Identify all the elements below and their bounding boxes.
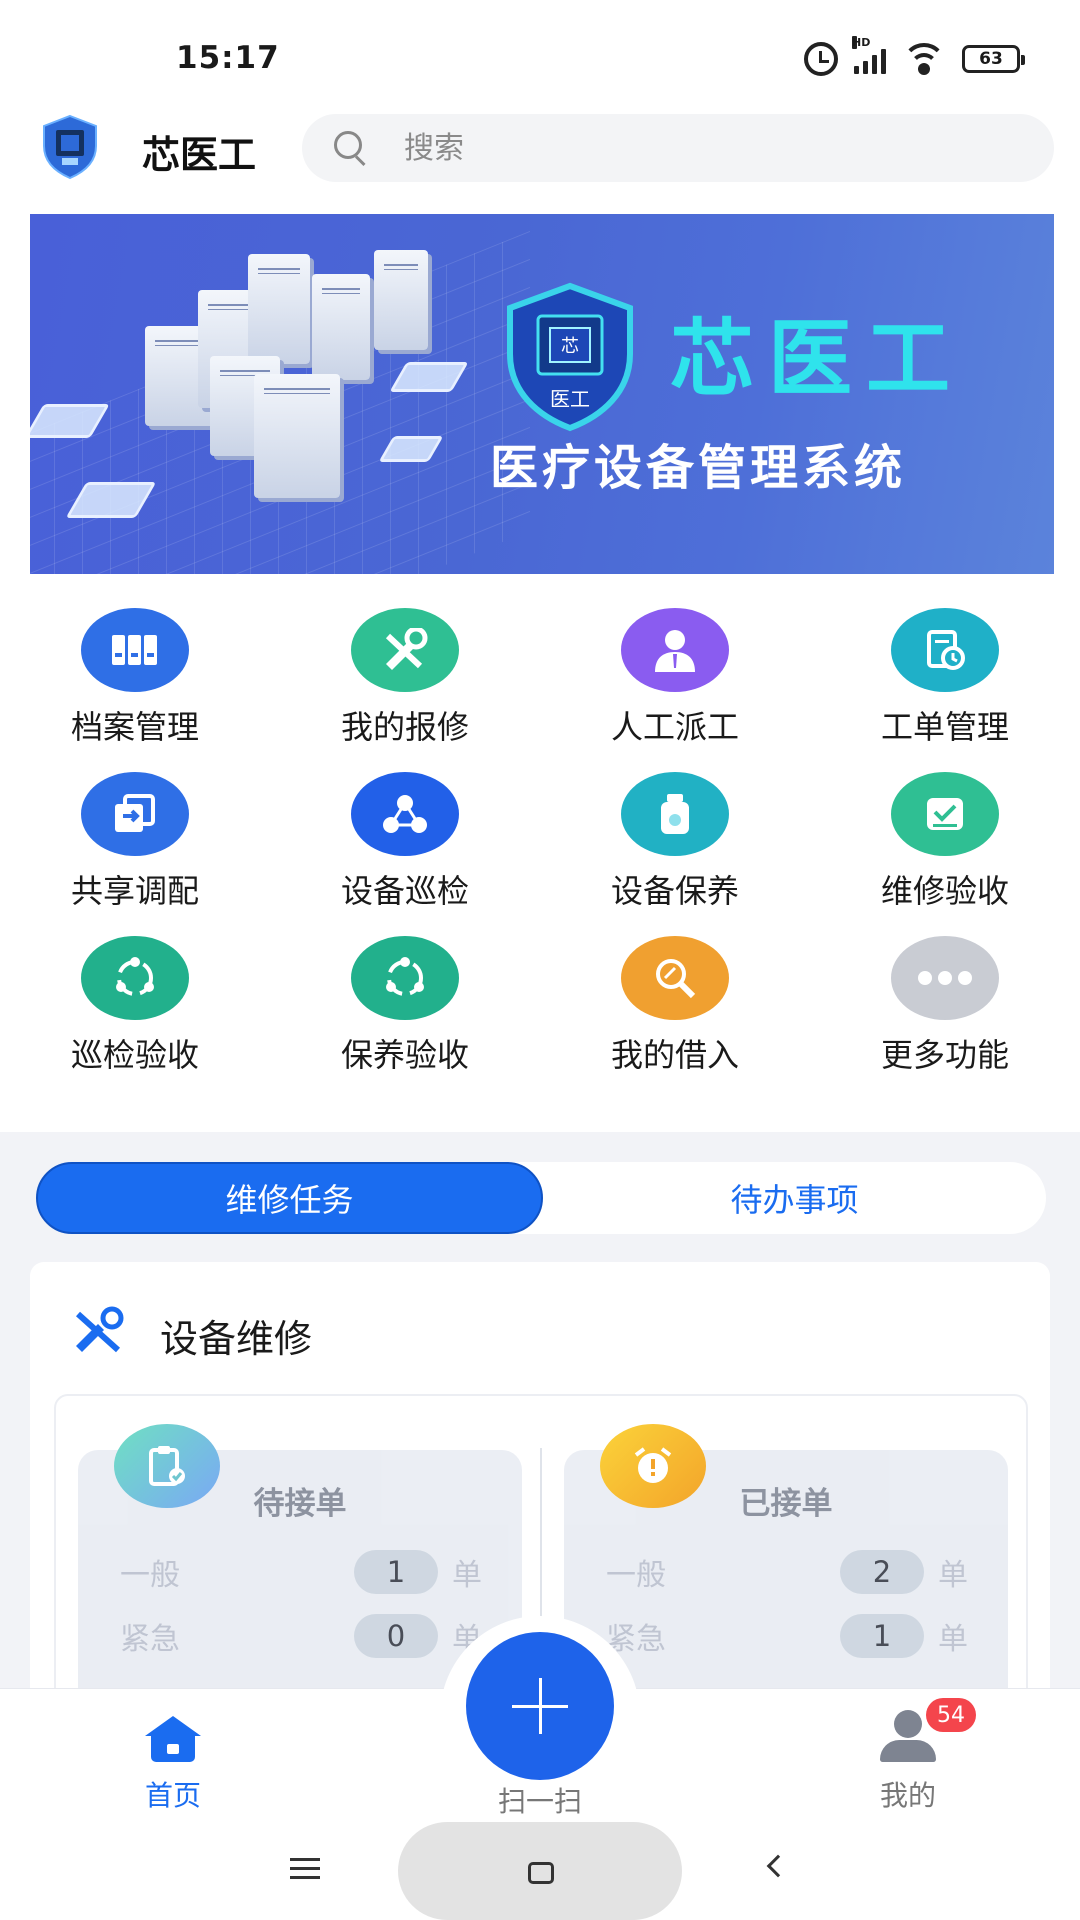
status-time: 15:17	[176, 40, 280, 76]
banner-shield-text: 医工	[550, 387, 590, 411]
feature-manual-dispatch[interactable]: 人工派工	[540, 608, 810, 772]
cycle-icon	[351, 936, 459, 1020]
server-decoration	[312, 274, 370, 380]
more-icon	[891, 936, 999, 1020]
work-order-icon	[891, 608, 999, 692]
tab-todo[interactable]: 待办事项	[543, 1162, 1046, 1234]
share-icon	[81, 772, 189, 856]
banner-shield-char: 芯	[561, 336, 579, 357]
row-count: 2	[840, 1550, 924, 1594]
search-icon	[332, 129, 370, 167]
row-count: 0	[354, 1614, 438, 1658]
row-unit: 单	[938, 1622, 968, 1657]
row-label: 一般	[120, 1558, 180, 1593]
magnifier-icon	[621, 936, 729, 1020]
feature-inspection-acceptance[interactable]: 巡检验收	[0, 936, 270, 1100]
feature-label: 设备巡检	[340, 872, 469, 910]
alarm-clock-icon	[600, 1424, 706, 1508]
app-header: 芯医工	[0, 110, 1080, 190]
row-unit: 单	[452, 1558, 482, 1593]
network-type: HD	[852, 36, 871, 49]
feature-shared-allocation[interactable]: 共享调配	[0, 772, 270, 936]
feature-equipment-maintenance[interactable]: 设备保养	[540, 772, 810, 936]
status-bar: 15:17 HD 63	[0, 0, 1080, 110]
battery-icon: 63	[962, 45, 1025, 73]
banner-shield-icon: 芯 医工	[507, 282, 633, 432]
app-logo-icon	[43, 114, 97, 180]
search-bar[interactable]	[302, 114, 1054, 182]
check-icon	[891, 772, 999, 856]
feature-label: 人工派工	[610, 708, 739, 746]
pending-row-urgent: 紧急 0 单	[120, 1614, 482, 1658]
promo-banner[interactable]: 芯 医工 芯医工 医疗设备管理系统	[30, 214, 1054, 574]
feature-label: 设备保养	[610, 872, 739, 910]
nav-home-label: 首页	[144, 1779, 201, 1812]
tab-repair-tasks[interactable]: 维修任务	[36, 1162, 543, 1234]
row-count: 1	[354, 1550, 438, 1594]
feature-my-repair[interactable]: 我的报修	[270, 608, 540, 772]
feature-my-borrowing[interactable]: 我的借入	[540, 936, 810, 1100]
feature-repair-acceptance[interactable]: 维修验收	[810, 772, 1080, 936]
accepted-row-urgent: 紧急 1 单	[606, 1614, 968, 1658]
server-decoration	[374, 250, 428, 350]
server-decoration	[248, 254, 310, 364]
feature-grid: 档案管理 我的报修 人工派工 工单管理 共享调配 设备巡检 设备保养 维修验收 …	[0, 608, 1080, 1100]
system-home-button[interactable]	[528, 1862, 554, 1884]
card-title: 设备维修	[160, 1317, 313, 1361]
archive-icon	[81, 608, 189, 692]
task-tabs: 维修任务 待办事项	[36, 1162, 1046, 1234]
feature-work-order-management[interactable]: 工单管理	[810, 608, 1080, 772]
feature-archive-management[interactable]: 档案管理	[0, 608, 270, 772]
feature-more[interactable]: 更多功能	[810, 936, 1080, 1100]
app-title: 芯医工	[142, 133, 257, 177]
feature-equipment-inspection[interactable]: 设备巡检	[270, 772, 540, 936]
row-count: 1	[840, 1614, 924, 1658]
feature-label: 我的报修	[340, 708, 469, 746]
accepted-row-normal: 一般 2 单	[606, 1550, 968, 1594]
banner-title: 芯医工	[670, 310, 965, 408]
feature-label: 工单管理	[880, 708, 1009, 746]
cycle-icon	[81, 936, 189, 1020]
tools-icon	[351, 608, 459, 692]
row-unit: 单	[938, 1558, 968, 1593]
clipboard-check-icon	[114, 1424, 220, 1508]
feature-label: 巡检验收	[70, 1036, 199, 1074]
nav-home[interactable]: 首页	[120, 1716, 226, 1814]
alarm-icon	[804, 42, 838, 76]
bottle-icon	[621, 772, 729, 856]
row-label: 一般	[606, 1558, 666, 1593]
nav-me-label: 我的	[879, 1779, 936, 1812]
status-icons: HD 63	[804, 36, 1025, 76]
tools-icon	[75, 1306, 124, 1353]
nav-scan-label[interactable]: 扫一扫	[460, 1780, 620, 1820]
signal-icon: HD	[852, 36, 886, 74]
feature-maintenance-acceptance[interactable]: 保养验收	[270, 936, 540, 1100]
system-menu-button[interactable]	[290, 1858, 320, 1885]
pending-row-normal: 一般 1 单	[120, 1550, 482, 1594]
server-decoration	[254, 374, 340, 498]
feature-label: 我的借入	[610, 1036, 739, 1074]
banner-subtitle: 医疗设备管理系统	[490, 440, 907, 496]
feature-label: 档案管理	[70, 708, 199, 746]
feature-label: 维修验收	[880, 872, 1009, 910]
row-label: 紧急	[120, 1622, 180, 1657]
scan-button[interactable]	[466, 1632, 614, 1780]
feature-label: 共享调配	[70, 872, 199, 910]
wifi-icon	[902, 43, 946, 75]
network-icon	[351, 772, 459, 856]
search-input[interactable]	[404, 130, 1004, 166]
feature-label: 更多功能	[880, 1036, 1009, 1074]
notification-badge: 54	[926, 1698, 976, 1732]
person-icon	[621, 608, 729, 692]
home-icon	[145, 1716, 201, 1764]
feature-label: 保养验收	[340, 1036, 469, 1074]
